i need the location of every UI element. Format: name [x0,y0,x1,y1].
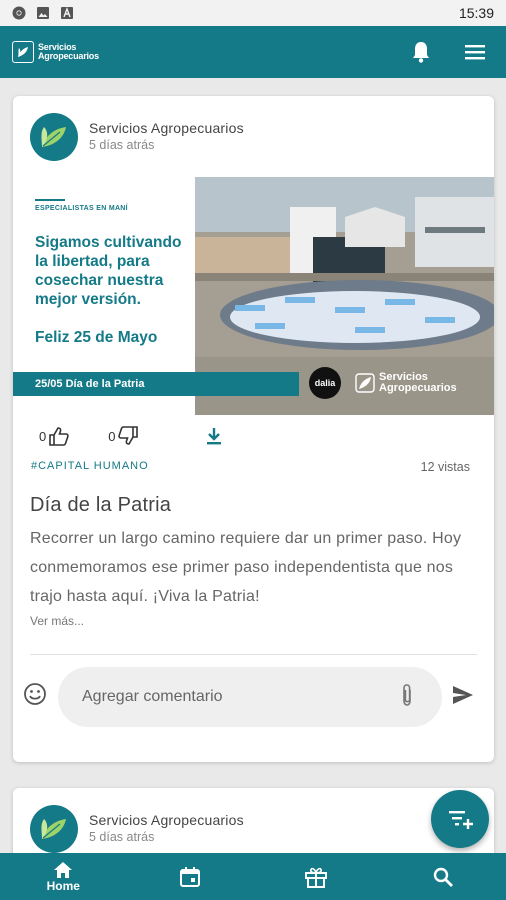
divider [30,654,477,655]
bell-icon[interactable] [410,40,432,64]
brand-logo[interactable]: Servicios Agropecuarios [12,41,99,63]
partner-logo: dalia [309,367,341,399]
home-icon [54,862,73,878]
post-body: Recorrer un largo camino requiere dar un… [30,530,462,605]
brand-name: Servicios Agropecuarios [38,43,99,61]
post-title: Día de la Patria [30,494,172,516]
author-avatar[interactable] [30,805,78,853]
nav-search[interactable] [413,866,473,888]
post-author[interactable]: Servicios Agropecuarios [89,812,244,828]
leaf-logo-icon [41,819,66,839]
menu-icon[interactable] [464,43,486,61]
leaf-logo-icon [355,373,375,393]
bottom-nav: Home [0,853,506,900]
like-count: 0 [39,428,47,444]
nav-calendar[interactable] [160,866,220,888]
banner-kicker: ESPECIALISTAS EN MANÍ [35,205,128,212]
emoji-icon[interactable] [23,682,47,706]
post-tag[interactable]: #CAPITAL HUMANO [31,460,149,472]
nav-home[interactable]: Home [33,860,93,893]
nav-gifts[interactable] [286,866,346,888]
status-bar: 15:39 [0,0,506,26]
banner-logos: dalia Servicios Agropecuarios [309,367,457,399]
author-avatar[interactable] [30,113,78,161]
banner-brand-line-2: Agropecuarios [379,382,457,394]
post-time: 5 días atrás [89,830,155,844]
calendar-icon [179,866,200,887]
chrome-icon [12,6,26,20]
brand-line-2: Agropecuarios [38,51,99,61]
post-card: Servicios Agropecuarios 5 días atrás ESP… [13,96,494,762]
image-icon [37,7,49,19]
attach-icon[interactable] [400,683,414,709]
banner-headline: Sigamos cultivando la libertad, para cos… [35,234,182,308]
leaf-logo-icon [41,127,66,147]
gift-icon [305,867,328,888]
banner-date-bar: 25/05 Día de la Patria [13,372,299,396]
comment-input[interactable]: Agregar comentario [58,667,442,727]
dislike-count: 0 [108,428,116,444]
download-icon[interactable] [205,426,223,446]
thumbs-up-icon [49,427,69,446]
like-button[interactable]: 0 [39,426,70,446]
view-count: 12 vistas [420,460,470,474]
comment-placeholder: Agregar comentario [82,688,223,705]
post-time: 5 días atrás [89,138,155,152]
thumbs-down-icon [118,426,139,445]
post-image[interactable]: ESPECIALISTAS EN MANÍ Sigamos cultivando… [13,177,494,415]
font-icon [61,7,73,19]
filter-fab[interactable] [431,790,489,848]
banner-greeting: Feliz 25 de Mayo [35,329,158,346]
reactions: 0 0 [39,426,177,446]
send-icon[interactable] [451,684,475,706]
leaf-logo-icon [12,41,34,63]
accent-line [35,199,65,201]
nav-home-label: Home [46,879,80,893]
search-icon [433,867,453,887]
banner-brand: Servicios Agropecuarios [355,372,457,394]
clock: 15:39 [458,5,494,21]
app-bar: Servicios Agropecuarios [0,26,506,78]
dislike-button[interactable]: 0 [108,426,139,446]
filter-add-icon [449,811,473,829]
see-more-link[interactable]: Ver más... [30,614,84,628]
post-author[interactable]: Servicios Agropecuarios [89,120,244,136]
